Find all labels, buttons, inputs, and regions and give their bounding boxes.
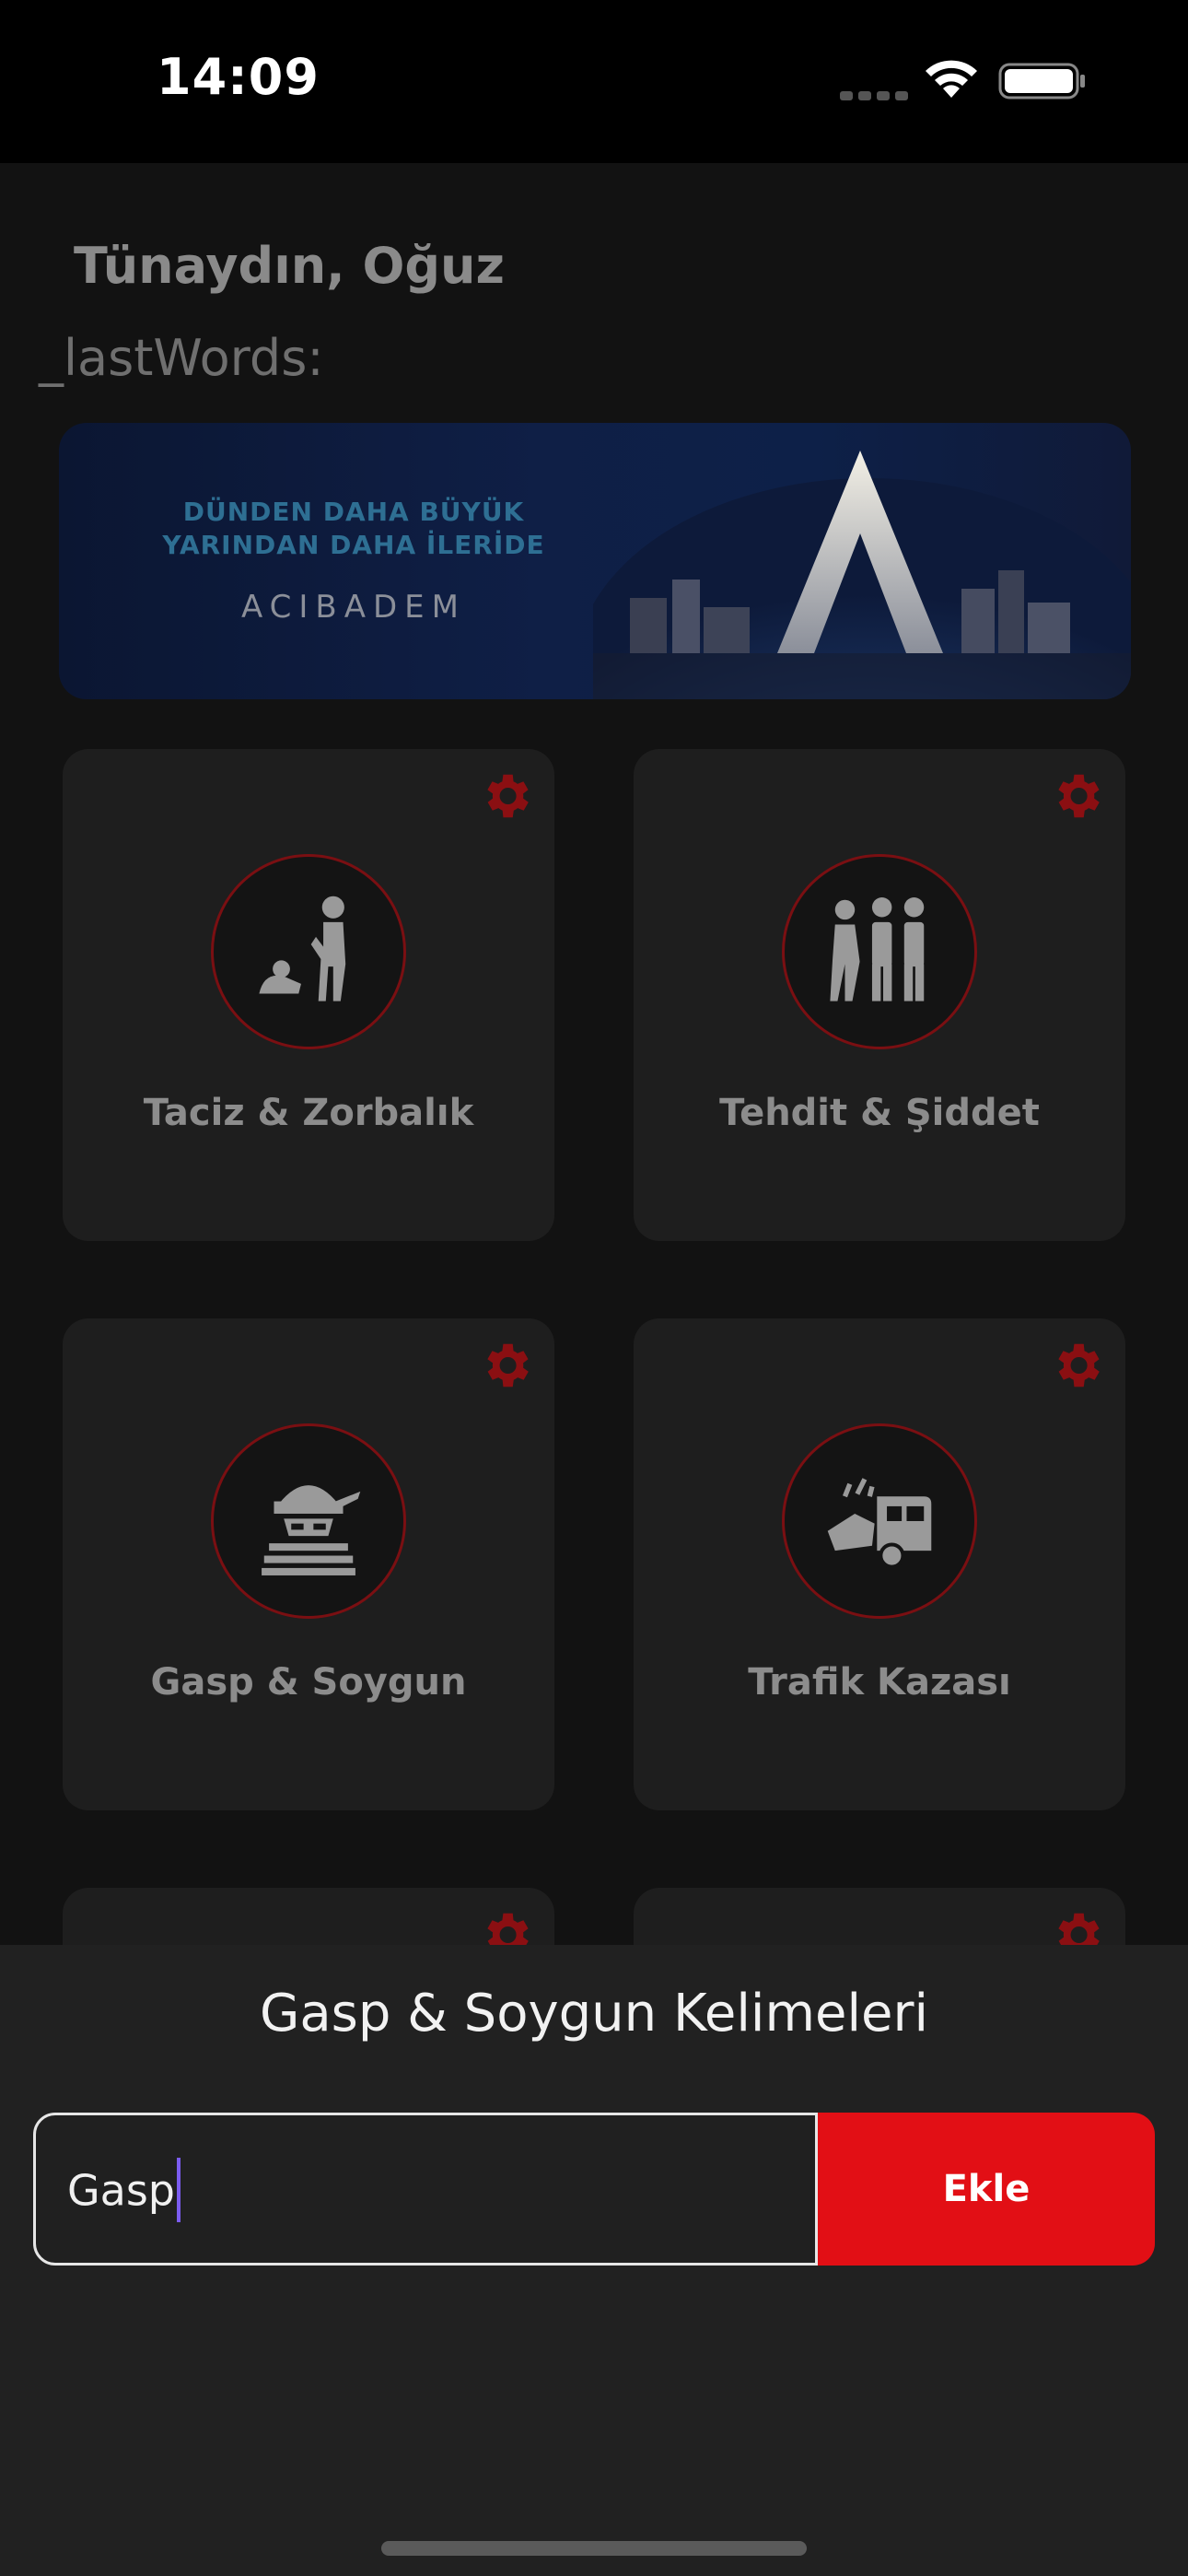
banner-brand: ACIBADEM bbox=[240, 589, 466, 626]
status-bar: 14:09 bbox=[0, 0, 1188, 163]
category-label: Gasp & Soygun bbox=[150, 1661, 467, 1704]
wifi-icon bbox=[926, 60, 977, 98]
category-card-partial[interactable] bbox=[634, 1888, 1125, 1945]
robber-icon bbox=[211, 1423, 406, 1619]
keyword-input-value[interactable]: Gasp bbox=[67, 2158, 181, 2222]
category-label: Tehdit & Şiddet bbox=[719, 1092, 1040, 1134]
category-label: Trafik Kazası bbox=[748, 1661, 1011, 1704]
gear-icon[interactable] bbox=[1048, 1337, 1105, 1394]
home-screen: Tünaydın, Oğuz _lastWords: DÜNDEN DAHA B… bbox=[0, 163, 1188, 1945]
category-card-traffic[interactable]: Trafik Kazası bbox=[634, 1318, 1125, 1810]
category-card-harassment[interactable]: Taciz & Zorbalık bbox=[63, 749, 554, 1241]
threat-icon bbox=[782, 854, 977, 1049]
status-time: 14:09 bbox=[157, 48, 320, 106]
battery-icon bbox=[998, 63, 1085, 100]
gear-icon[interactable] bbox=[477, 1906, 534, 1945]
sheet-title: Gasp & Soygun Kelimeleri bbox=[259, 1984, 929, 2043]
harassment-icon bbox=[211, 854, 406, 1049]
text-caret bbox=[177, 2158, 181, 2222]
add-button[interactable]: Ekle bbox=[818, 2113, 1155, 2266]
banner-illustration bbox=[593, 451, 1131, 699]
home-indicator[interactable] bbox=[381, 2541, 807, 2556]
gear-icon[interactable] bbox=[1048, 767, 1105, 825]
keyword-input[interactable]: Gasp bbox=[33, 2113, 818, 2266]
category-card-robbery[interactable]: Gasp & Soygun bbox=[63, 1318, 554, 1810]
gear-icon[interactable] bbox=[1048, 1906, 1105, 1945]
last-words-label: _lastWords: bbox=[39, 329, 324, 387]
keywords-sheet: Gasp & Soygun Kelimeleri Gasp Ekle bbox=[0, 1945, 1188, 2576]
category-card-threat[interactable]: Tehdit & Şiddet bbox=[634, 749, 1125, 1241]
gear-icon[interactable] bbox=[477, 767, 534, 825]
banner-line-2: YARINDAN DAHA İLERİDE bbox=[162, 530, 545, 560]
gear-icon[interactable] bbox=[477, 1337, 534, 1394]
category-card-partial[interactable] bbox=[63, 1888, 554, 1945]
banner-line-1: DÜNDEN DAHA BÜYÜK bbox=[182, 497, 525, 527]
cellular-icon bbox=[840, 87, 914, 104]
greeting-text: Tünaydın, Oğuz bbox=[74, 237, 505, 295]
ad-banner[interactable]: DÜNDEN DAHA BÜYÜK YARINDAN DAHA İLERİDE … bbox=[59, 423, 1131, 699]
car-crash-icon bbox=[782, 1423, 977, 1619]
category-label: Taciz & Zorbalık bbox=[143, 1092, 474, 1134]
